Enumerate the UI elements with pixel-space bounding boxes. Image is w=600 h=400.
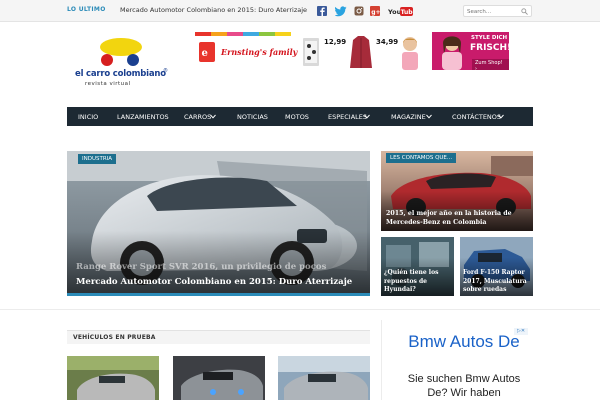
ad-style-line2: FRISCH! <box>470 43 509 53</box>
vehicle-photo-3 <box>278 356 370 400</box>
ad-headline[interactable]: Bmw Autos De <box>400 332 528 351</box>
search-input[interactable] <box>467 7 517 16</box>
facebook-icon[interactable] <box>317 5 327 17</box>
small-card-hyundai[interactable]: ¿Quién tiene los repuestos de Hyundai? <box>381 237 454 296</box>
logo-mark-icon <box>100 38 142 66</box>
chevron-down-icon <box>364 114 370 119</box>
ad-product-shirt-icon <box>303 38 319 66</box>
small-card-ford[interactable]: Ford F-150 Raptor 2017, Musculatura sobr… <box>460 237 533 296</box>
chevron-down-icon <box>210 114 216 119</box>
ad-product-jacket-icon <box>350 36 372 68</box>
nav-item-carros[interactable]: CARROS <box>184 113 211 121</box>
chevron-down-icon <box>498 114 504 119</box>
top-bar: LO ULTIMO Mercado Automotor Colombiano e… <box>0 0 600 22</box>
svg-text:e: e <box>202 48 208 59</box>
hero-title[interactable]: Mercado Automotor Colombiano en 2015: Du… <box>76 277 352 287</box>
ad-style-line1: STYLE DICH <box>471 35 508 41</box>
news-ticker[interactable]: Mercado Automotor Colombiano en 2015: Du… <box>120 6 307 14</box>
ad-price-1: 12,99 <box>324 38 347 46</box>
small-card-title[interactable]: ¿Quién tiene los repuestos de Hyundai? <box>384 269 452 295</box>
hero-title-previous[interactable]: Range Rover Sport SVR 2016, un privilegi… <box>76 262 326 272</box>
vehicle-thumb-1[interactable] <box>67 356 159 400</box>
ad-brand-text: Ernsting's family <box>221 47 298 57</box>
twitter-icon[interactable] <box>335 5 347 17</box>
ad-model-photo-icon <box>442 36 462 70</box>
side-category-tag[interactable]: LES CONTAMOS QUE... <box>386 153 457 163</box>
youtube-icon[interactable]: You Tube <box>388 5 413 17</box>
instagram-icon[interactable] <box>354 5 364 17</box>
vehicle-photo-1 <box>67 356 159 400</box>
section-divider <box>0 309 600 310</box>
nav-item-inicio[interactable]: INICIO <box>78 113 98 121</box>
nav-item-noticias[interactable]: NOTICIAS <box>237 113 268 121</box>
chevron-down-icon <box>426 114 432 119</box>
ad-body-text: Sie suchen Bmw Autos De? Wir haben <box>407 373 521 399</box>
vehicle-thumb-2[interactable] <box>173 356 265 400</box>
column-divider <box>381 320 382 400</box>
ad-right[interactable]: ▷✕ Bmw Autos De Sie suchen Bmw Autos De?… <box>400 328 528 400</box>
ad-price-2: 34,99 <box>376 38 399 46</box>
site-logo[interactable]: el carro colombiano ® revista virtual <box>73 36 173 91</box>
ad-banner[interactable]: e Ernsting's family 12,99 34,99 STYLE DI… <box>195 32 509 70</box>
nav-item-magazine[interactable]: MAGAZINE <box>391 113 426 121</box>
small-card-title[interactable]: Ford F-150 Raptor 2017, Musculatura sobr… <box>463 269 531 295</box>
nav-item-especiales[interactable]: ESPECIALES <box>328 113 367 121</box>
main-nav: INICIO LANZAMIENTOS CARROS NOTICIAS MOTO… <box>67 107 533 126</box>
registered-mark: ® <box>163 68 168 74</box>
nav-item-motos[interactable]: MOTOS <box>285 113 309 121</box>
svg-text:g+: g+ <box>371 9 380 16</box>
search-box[interactable] <box>463 5 532 17</box>
search-icon[interactable] <box>521 8 528 15</box>
ad-logo-icon: e <box>199 42 215 62</box>
ad-cta-button[interactable]: Zum Shop! › <box>472 59 509 70</box>
vehicle-photo-2 <box>173 356 265 400</box>
nav-item-contactenos[interactable]: CONTÁCTENOS <box>452 113 501 121</box>
section-header: VEHÍCULOS EN PRUEBA <box>67 330 370 344</box>
hero-car-photo <box>67 151 370 296</box>
googleplus-icon[interactable]: g+ <box>370 5 380 17</box>
logo-name: el carro colombiano <box>75 69 166 79</box>
svg-text:You: You <box>388 8 402 16</box>
nav-item-lanzamientos[interactable]: LANZAMIENTOS <box>117 113 169 121</box>
hero-slider[interactable]: INDUSTRIA Range Rover Sport SVR 2016, un… <box>67 151 370 296</box>
ad-child-photo-icon <box>402 37 418 70</box>
side-card-title[interactable]: 2015, el mejor año en la historia de Mer… <box>386 209 526 227</box>
logo-tagline: revista virtual <box>85 81 131 87</box>
featured-side-card[interactable]: LES CONTAMOS QUE... 2015, el mejor año e… <box>381 151 533 231</box>
hero-category-tag[interactable]: INDUSTRIA <box>78 154 117 164</box>
vehicle-thumb-3[interactable] <box>278 356 370 400</box>
svg-text:Tube: Tube <box>401 9 413 16</box>
section-title: VEHÍCULOS EN PRUEBA <box>73 334 156 341</box>
latest-label: LO ULTIMO <box>67 6 106 13</box>
ad-style-panel[interactable]: STYLE DICH FRISCH! Zum Shop! › <box>432 32 509 70</box>
